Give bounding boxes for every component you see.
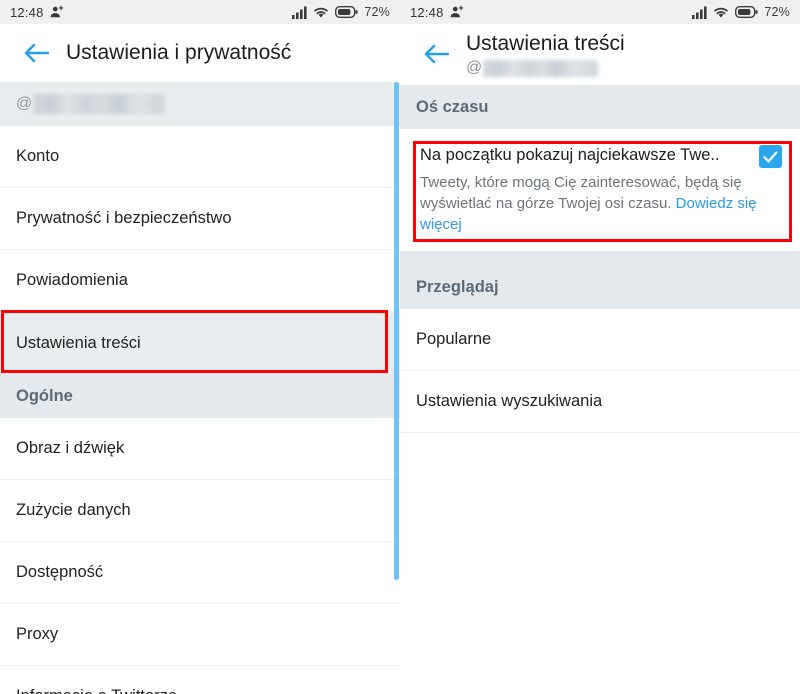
- row-label: Obraz i dźwięk: [16, 439, 125, 457]
- back-arrow-icon: [23, 42, 49, 64]
- dual-screenshot-container: 12:48 72% Ustawienia i prywatność @ Kont…: [0, 0, 800, 694]
- battery-percent-label: 72%: [364, 5, 390, 19]
- sidebar-item-ustawienia-tresci[interactable]: Ustawienia treści: [0, 312, 400, 374]
- app-bar-titles-right: Ustawienia treści @: [466, 31, 625, 77]
- status-bar-clock: 12:48: [410, 4, 444, 20]
- wifi-icon: [713, 6, 729, 19]
- sidebar-item-powiadomienia[interactable]: Powiadomienia: [0, 250, 400, 312]
- contact-add-icon: [450, 5, 464, 19]
- sidebar-item-obraz-i-dzwiek[interactable]: Obraz i dźwięk: [0, 418, 400, 480]
- content-settings-list: Oś czasu Na początku pokazuj najciekawsz…: [400, 85, 800, 694]
- setting-row-top: Na początku pokazuj najciekawsze Twe..: [420, 144, 782, 168]
- at-symbol-left: @: [16, 95, 33, 112]
- battery-icon: [735, 6, 758, 18]
- sidebar-item-dostepnosc[interactable]: Dostępność: [0, 542, 400, 604]
- redacted-handle-left: [33, 94, 166, 114]
- check-icon: [763, 151, 778, 163]
- row-label: Popularne: [416, 330, 492, 348]
- setting-description: Tweety, które mogą Cię zainteresować, bę…: [420, 172, 760, 235]
- row-label: Ustawienia wyszukiwania: [416, 392, 603, 410]
- status-bar-left-group: 12:48: [410, 5, 464, 20]
- back-arrow-icon: [423, 43, 449, 65]
- battery-percent-label: 72%: [764, 5, 790, 19]
- back-button-left[interactable]: [14, 31, 58, 75]
- row-label: Proxy: [16, 625, 59, 643]
- checkbox-najciekawsze-tweety[interactable]: [759, 145, 782, 168]
- app-bar-right: Ustawienia treści @: [400, 24, 800, 85]
- row-label: Konto: [16, 147, 60, 165]
- settings-list-left[interactable]: @ Konto Prywatność i bezpieczeństwo Powi…: [0, 82, 400, 694]
- battery-icon: [335, 6, 358, 18]
- section-header-label: Przeglądaj: [416, 277, 499, 296]
- scrollbar-thumb-left[interactable]: [394, 82, 399, 580]
- section-header-ogolne: Ogólne: [0, 374, 400, 418]
- right-phone-screen: 12:48 72% Ustawienia treści @ Oś czasu N…: [400, 0, 800, 694]
- row-label: Ustawienia treści: [16, 333, 141, 352]
- status-bar-right-group: 72%: [292, 5, 390, 19]
- row-label: Prywatność i bezpieczeństwo: [16, 209, 232, 227]
- account-handle-row-left[interactable]: @: [0, 82, 400, 126]
- row-popularne[interactable]: Popularne: [400, 309, 800, 371]
- sidebar-item-zuzycie-danych[interactable]: Zużycie danych: [0, 480, 400, 542]
- row-label: Zużycie danych: [16, 501, 131, 519]
- section-header-os-czasu: Oś czasu: [400, 85, 800, 129]
- sidebar-item-proxy[interactable]: Proxy: [0, 604, 400, 666]
- signal-bars-icon: [692, 6, 707, 19]
- sidebar-item-konto[interactable]: Konto: [0, 126, 400, 188]
- row-ustawienia-wyszukiwania[interactable]: Ustawienia wyszukiwania: [400, 371, 800, 433]
- row-label: Informacje o Twitterze: [16, 687, 177, 694]
- setting-row-najciekawsze-tweety[interactable]: Na początku pokazuj najciekawsze Twe.. T…: [400, 129, 800, 251]
- section-header-label: Ogólne: [16, 386, 73, 405]
- section-gap: [400, 251, 800, 265]
- app-bar-titles-left: Ustawienia i prywatność: [66, 40, 291, 66]
- status-bar-left-group: 12:48: [10, 5, 64, 20]
- contact-add-icon: [50, 5, 64, 19]
- scrollbar-left[interactable]: [394, 82, 399, 694]
- section-header-przegladaj: Przeglądaj: [400, 265, 800, 309]
- page-title-left: Ustawienia i prywatność: [66, 40, 292, 64]
- page-title-right: Ustawienia treści: [466, 32, 625, 55]
- redacted-handle-right: [483, 59, 599, 77]
- at-symbol-right: @: [466, 59, 483, 76]
- status-bar-left: 12:48 72%: [0, 0, 400, 24]
- status-bar-right: 12:48 72%: [400, 0, 800, 24]
- left-phone-screen: 12:48 72% Ustawienia i prywatność @ Kont…: [0, 0, 400, 694]
- sidebar-item-informacje-o-twitterze[interactable]: Informacje o Twitterze: [0, 666, 400, 694]
- app-bar-left: Ustawienia i prywatność: [0, 24, 400, 82]
- setting-title: Na początku pokazuj najciekawsze Twe..: [420, 146, 720, 164]
- status-bar-clock: 12:48: [10, 4, 44, 20]
- sidebar-item-prywatnosc[interactable]: Prywatność i bezpieczeństwo: [0, 188, 400, 250]
- row-label: Powiadomienia: [16, 271, 128, 289]
- wifi-icon: [313, 6, 329, 19]
- account-handle-subtitle: @: [466, 59, 625, 77]
- back-button-right[interactable]: [414, 32, 458, 76]
- row-label: Dostępność: [16, 563, 104, 581]
- section-header-label: Oś czasu: [416, 97, 489, 116]
- status-bar-right-group: 72%: [692, 5, 790, 19]
- signal-bars-icon: [292, 6, 307, 19]
